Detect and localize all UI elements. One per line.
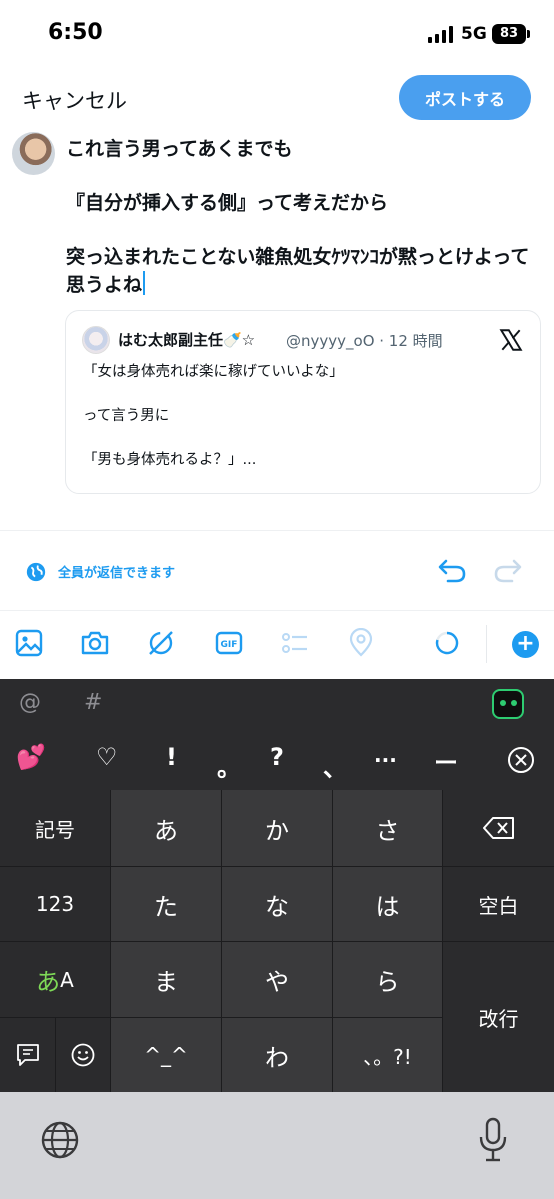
gif-icon[interactable]: GIF [214,628,244,658]
candidate-long-dash[interactable]: ー [434,743,458,778]
key-label: 、。?! [363,1044,412,1069]
quoted-user-handle-time: @nyyyy_oO · 12 時間 [286,332,443,350]
quoted-user-avatar [82,326,110,354]
key-label: 記号 [35,817,75,842]
key-kaomoji[interactable]: ^_^ [111,1018,221,1092]
text-caret [143,271,146,295]
candidate-heart[interactable]: ♡ [96,743,118,771]
location-icon[interactable] [346,628,376,658]
emoji-key[interactable] [56,1018,110,1092]
key-punctuation[interactable]: 、。?! [333,1018,442,1092]
compose-textarea[interactable]: これ言う男ってあくまでも 『自分が挿入する側』って考えだから 突っ込まれたことな… [66,135,536,299]
quoted-line: って言う男に [83,408,170,424]
battery-icon: 83 [492,24,526,44]
key-label: わ [265,1043,289,1072]
add-thread-button[interactable]: + [512,631,539,658]
x-logo-icon [499,329,523,351]
globe-icon[interactable] [40,1120,80,1160]
return-key[interactable]: 改行 [443,942,554,1092]
user-avatar[interactable] [12,132,55,175]
quoted-line: 「女は身体売れば楽に稼げていいよな」 [83,364,344,380]
key-ha[interactable]: は [333,867,442,941]
compose-paragraph: これ言う男ってあくまでも [66,138,293,160]
cancel-button[interactable]: キャンセル [22,85,127,115]
key-na[interactable]: な [222,867,332,941]
symbol-key[interactable]: 記号 [0,790,110,866]
key-label: さ [375,816,400,845]
post-button[interactable]: ポストする [399,75,531,120]
space-key[interactable]: 空白 [443,867,554,941]
image-icon[interactable] [14,628,44,658]
signal-icon [428,26,453,43]
key-label: た [154,892,178,921]
svg-text:GIF: GIF [221,640,238,650]
key-label: か [265,816,289,845]
hash-key[interactable]: # [84,690,102,715]
compose-paragraph: 『自分が挿入する側』って考えだから [66,192,389,214]
key-sa[interactable]: さ [333,790,442,866]
quoted-post-card[interactable]: はむ太郎副主任🍼☆ @nyyyy_oO · 12 時間 「女は身体売れば楽に稼げ… [65,310,541,494]
key-ka[interactable]: か [222,790,332,866]
compose-paragraph: 突っ込まれたことない雑魚処女ｹﾂﾏﾝｺが黙っとけよって思うよね [66,243,536,299]
quoted-post-body: 「女は身体売れば楽に稼げていいよな」 って言う男に 「男も身体売れるよ？」... [83,361,523,493]
key-label: は [375,892,400,921]
emoji-icon [71,1043,95,1067]
globe-icon[interactable] [25,561,47,583]
divider [0,530,554,531]
compose-paragraph-text: 突っ込まれたことない雑魚処女ｹﾂﾏﾝｺが黙っとけよって思うよね [66,246,530,296]
key-ma[interactable]: ま [111,942,221,1017]
comment-icon [16,1044,39,1066]
delete-key[interactable] [443,790,554,866]
status-bar: 6:50 5G 83 [0,0,554,64]
candidate-hearts[interactable]: 💕 [16,743,46,771]
key-label: あ [154,816,178,845]
microphone-icon[interactable] [478,1117,508,1163]
undo-icon[interactable] [436,555,468,585]
candidate-comma[interactable]: 、 [323,748,347,783]
poll-icon[interactable] [280,628,310,658]
keyboard-app-icon[interactable] [492,689,524,719]
key-label-kana: あ [36,968,61,996]
key-label: ^_^ [144,1043,188,1067]
candidate-question[interactable]: ? [270,743,284,771]
keyboard-bottom-bar [0,1092,554,1199]
toolbar-separator [486,625,487,663]
redo-icon[interactable] [492,555,524,585]
status-time: 6:50 [48,20,103,45]
key-wa[interactable]: わ [222,1018,332,1092]
key-label: な [265,892,289,921]
key-ya[interactable]: や [222,942,332,1017]
character-count-icon [435,631,459,655]
key-label: ら [375,968,400,996]
comment-key[interactable] [0,1018,55,1092]
kana-alpha-toggle-key[interactable]: あA [0,942,110,1017]
grok-icon[interactable] [146,628,176,658]
at-key[interactable]: @ [19,690,41,715]
key-label-alpha: A [60,967,74,992]
network-type: 5G [461,24,487,44]
number-mode-key[interactable]: 123 [0,867,110,941]
key-label: ま [154,968,178,996]
candidate-ellipsis[interactable]: ... [374,743,397,767]
key-label: や [265,968,289,996]
battery-tip [527,30,530,38]
candidate-exclaim[interactable]: ! [166,743,177,771]
close-candidates-icon[interactable] [507,746,535,774]
key-label: 空白 [478,893,519,918]
quoted-user-name: はむ太郎副主任🍼☆ [118,331,256,349]
divider [0,610,554,611]
key-a[interactable]: あ [111,790,221,866]
key-ra[interactable]: ら [333,942,442,1017]
reply-setting-label[interactable]: 全員が返信できます [58,562,175,581]
key-ta[interactable]: た [111,867,221,941]
backspace-icon [482,817,514,839]
candidate-period[interactable]: 。 [217,748,241,783]
quoted-line: 「男も身体売れるよ？」... [83,452,257,468]
camera-icon[interactable] [80,628,110,658]
key-label: 123 [35,892,75,916]
key-label: 改行 [478,1006,519,1031]
